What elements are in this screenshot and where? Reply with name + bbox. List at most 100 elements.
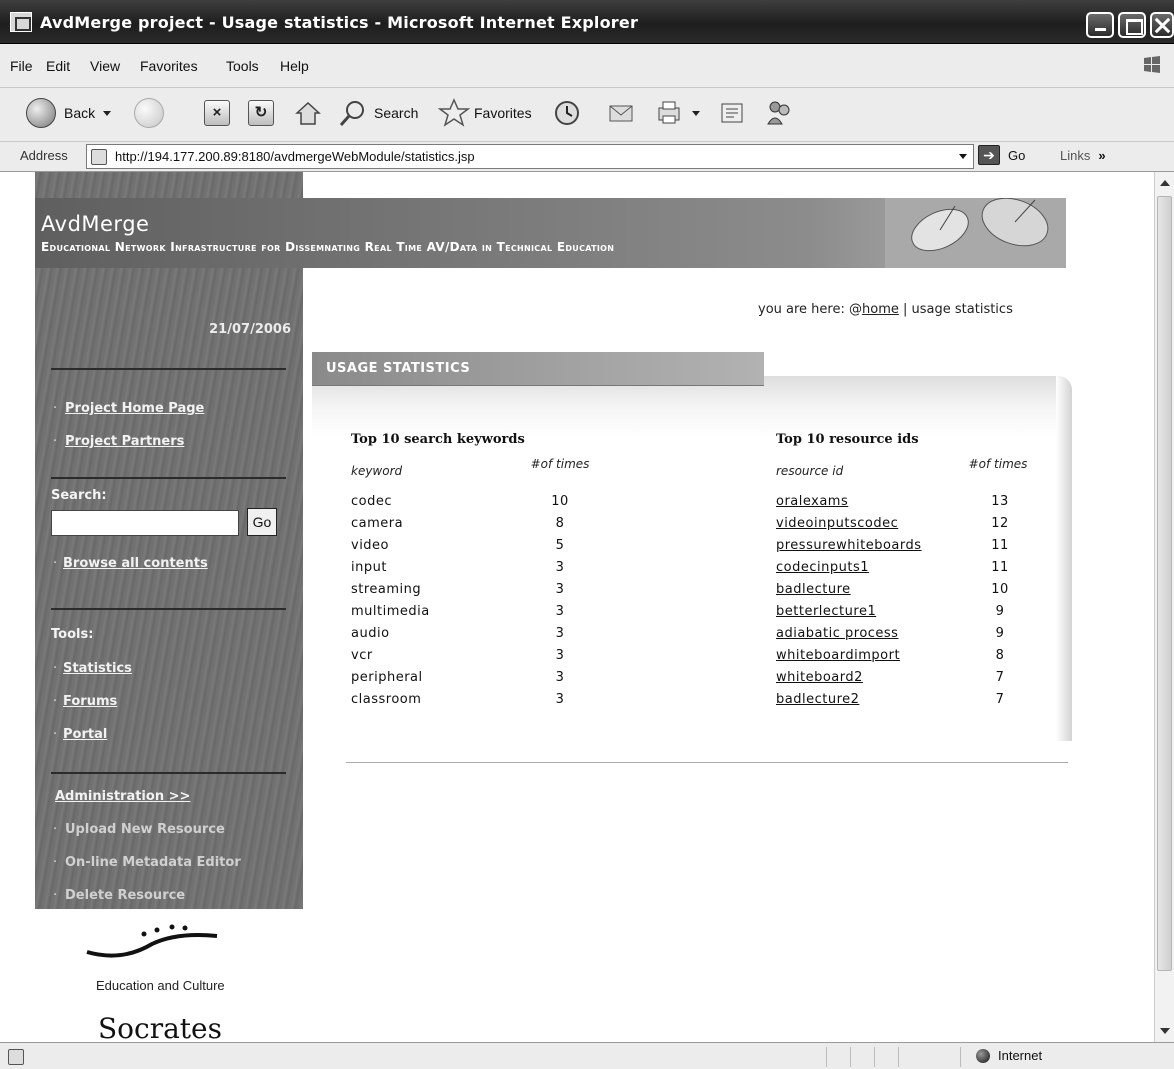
- resource-link[interactable]: badlecture: [776, 582, 851, 597]
- search-label: Search:: [51, 488, 107, 503]
- keyword-cell: peripheral: [351, 670, 423, 685]
- sidebar: 21/07/2006 · Project Home Page · Project…: [35, 172, 303, 909]
- administration-link[interactable]: Administration >>: [55, 789, 190, 804]
- scroll-up-icon[interactable]: [1160, 180, 1170, 186]
- back-button[interactable]: Back: [26, 96, 112, 130]
- delete-resource-link[interactable]: Delete Resource: [65, 888, 185, 903]
- discuss-icon: [721, 103, 743, 123]
- resources-table-title: Top 10 resource ids: [776, 432, 919, 447]
- refresh-button[interactable]: ↻: [248, 96, 274, 130]
- menu-tools[interactable]: Tools: [226, 58, 259, 74]
- toolbar: Back × ↻ Search Favorites: [0, 88, 1174, 142]
- status-bar: Internet: [0, 1042, 1174, 1069]
- bullet: ·: [53, 661, 58, 676]
- mail-button[interactable]: [606, 96, 636, 130]
- minimize-button[interactable]: [1086, 12, 1114, 38]
- menu-view[interactable]: View: [90, 58, 120, 74]
- menu-favorites[interactable]: Favorites: [140, 58, 198, 74]
- search-icon: [339, 101, 364, 126]
- keyword-cell: video: [351, 538, 390, 553]
- stop-button[interactable]: ×: [204, 96, 230, 130]
- resource-link[interactable]: oralexams: [776, 494, 848, 509]
- resource-link[interactable]: pressurewhiteboards: [776, 538, 922, 553]
- eu-education-logo: [86, 924, 218, 958]
- vertical-scrollbar[interactable]: [1154, 172, 1174, 1042]
- address-url[interactable]: http://194.177.200.89:8180/avdmergeWebMo…: [115, 149, 475, 164]
- resource-link[interactable]: whiteboard2: [776, 670, 863, 685]
- sidebar-search-input[interactable]: [51, 510, 239, 536]
- forward-button[interactable]: [134, 96, 164, 130]
- resource-link[interactable]: videoinputscodec: [776, 516, 898, 531]
- home-button[interactable]: [294, 96, 322, 130]
- keyword-count-cell: 8: [555, 516, 565, 531]
- section-header: USAGE STATISTICS: [312, 352, 764, 386]
- menu-help[interactable]: Help: [280, 58, 309, 74]
- history-icon: [555, 101, 579, 125]
- resource-link[interactable]: whiteboardimport: [776, 648, 900, 663]
- internet-globe-icon: [976, 1048, 990, 1063]
- resource-link[interactable]: badlecture2: [776, 692, 859, 707]
- page-status-icon: [8, 1049, 24, 1065]
- bullet: ·: [53, 694, 58, 709]
- sidebar-search-go-button[interactable]: Go: [247, 508, 277, 536]
- address-label: Address: [20, 148, 68, 163]
- menu-edit[interactable]: Edit: [46, 58, 70, 74]
- back-label: Back: [64, 105, 96, 121]
- address-field[interactable]: http://194.177.200.89:8180/avdmergeWebMo…: [86, 144, 974, 169]
- breadcrumb-prefix: you are here:: [758, 302, 845, 317]
- ie-window-icon[interactable]: [10, 12, 32, 32]
- site-banner: AvdMerge Educational Network Infrastruct…: [35, 198, 1066, 268]
- resource-count-cell: 13: [991, 494, 1009, 509]
- site-tagline: Educational Network Infrastructure for D…: [41, 240, 615, 254]
- resource-link[interactable]: betterlecture1: [776, 604, 876, 619]
- tools-label: Tools:: [51, 627, 94, 642]
- resource-count-cell: 11: [991, 560, 1009, 575]
- chevron-right-icon: »: [1098, 148, 1106, 163]
- page-icon: [91, 149, 107, 165]
- discuss-button[interactable]: [718, 96, 748, 130]
- project-home-page-link[interactable]: Project Home Page: [65, 401, 204, 416]
- resource-link[interactable]: adiabatic process: [776, 626, 898, 641]
- home-icon: [295, 101, 321, 125]
- keyword-cell: codec: [351, 494, 392, 509]
- upload-new-resource-link[interactable]: Upload New Resource: [65, 822, 225, 837]
- breadcrumb-home-link[interactable]: home: [862, 302, 899, 317]
- resource-id-column-header: resource id: [776, 464, 844, 478]
- resource-count-cell: 11: [991, 538, 1009, 553]
- site-brand: AvdMerge: [41, 212, 150, 236]
- resource-count-cell: 9: [995, 604, 1005, 619]
- online-metadata-editor-link[interactable]: On-line Metadata Editor: [65, 855, 241, 870]
- close-button[interactable]: [1150, 12, 1174, 38]
- portal-link[interactable]: Portal: [63, 727, 107, 742]
- favorites-button[interactable]: Favorites: [438, 96, 532, 130]
- status-divider: [874, 1047, 875, 1067]
- maximize-button[interactable]: [1118, 12, 1146, 38]
- scroll-down-icon[interactable]: [1160, 1028, 1170, 1034]
- statistics-link[interactable]: Statistics: [63, 661, 132, 676]
- current-date: 21/07/2006: [209, 322, 291, 337]
- sidebar-divider: [51, 368, 286, 370]
- keyword-count-cell: 3: [555, 560, 565, 575]
- status-divider: [850, 1047, 851, 1067]
- browse-all-contents-link[interactable]: Browse all contents: [63, 556, 208, 571]
- address-go-button[interactable]: ➔ Go: [978, 145, 1025, 165]
- history-button[interactable]: [552, 96, 582, 130]
- resource-count-cell: 10: [991, 582, 1009, 597]
- address-dropdown-icon[interactable]: [959, 154, 967, 159]
- print-button[interactable]: [654, 96, 700, 130]
- resource-count-cell: 7: [995, 670, 1005, 685]
- links-toolbar[interactable]: Links »: [1060, 148, 1106, 163]
- forward-arrow-icon: [134, 98, 164, 128]
- status-divider: [898, 1047, 899, 1067]
- keyword-count-cell: 3: [555, 604, 565, 619]
- bullet: ·: [53, 727, 58, 742]
- go-arrow-icon: ➔: [978, 145, 1000, 165]
- project-partners-link[interactable]: Project Partners: [65, 434, 184, 449]
- forums-link[interactable]: Forums: [63, 694, 117, 709]
- resource-link[interactable]: codecinputs1: [776, 560, 869, 575]
- keyword-count-cell: 3: [555, 648, 565, 663]
- search-button[interactable]: Search: [338, 96, 418, 130]
- menu-file[interactable]: File: [10, 58, 33, 74]
- messenger-button[interactable]: [764, 96, 794, 130]
- scroll-thumb[interactable]: [1157, 196, 1172, 971]
